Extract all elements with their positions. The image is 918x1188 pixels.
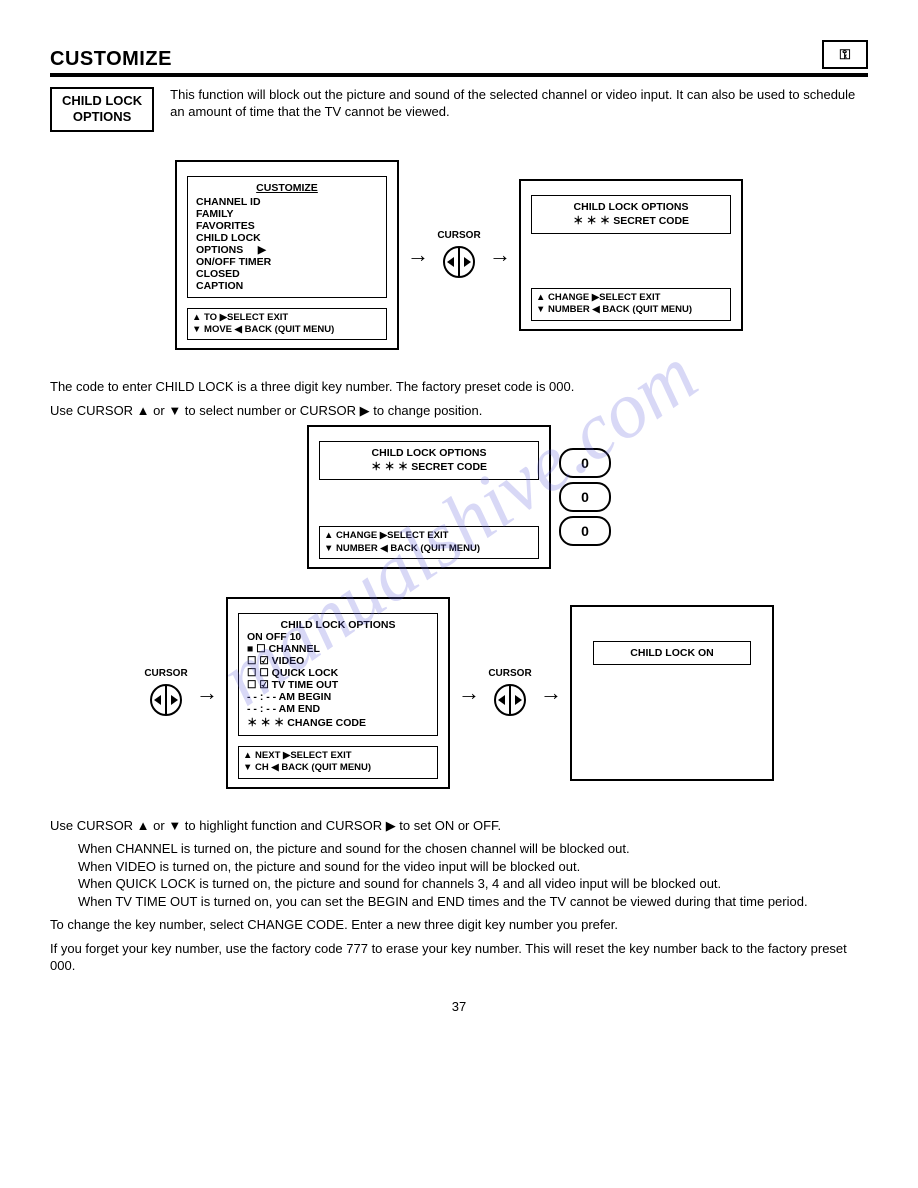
footer-l2: ▼ NUMBER ◀ BACK (QUIT MENU) — [536, 304, 692, 315]
menu-item: FAVORITES — [196, 220, 255, 232]
page-number: 37 — [50, 999, 868, 1014]
screen-secret-code: CHILD LOCK OPTIONS ＊ ＊ ＊ SECRET CODE ▲ C… — [519, 179, 743, 331]
explain-block: When CHANNEL is turned on, the picture a… — [78, 840, 868, 910]
option-row: - - : - - AM BEGIN — [247, 691, 331, 703]
explain-line: When CHANNEL is turned on, the picture a… — [78, 841, 630, 856]
arrow-icon: → — [489, 242, 511, 268]
code-digit: 0 — [559, 516, 611, 546]
intro-text: This function will block out the picture… — [170, 87, 868, 121]
menu-item-selected: OPTIONS — [196, 244, 243, 256]
screen-child-lock-on: CHILD LOCK ON — [570, 605, 774, 781]
menu-item-selected: CHILD LOCK — [196, 232, 261, 244]
footer-l1: ▲ CHANGE ▶SELECT EXIT — [536, 292, 660, 303]
footer-l1: ▲ TO ▶SELECT EXIT — [192, 312, 288, 323]
footer-l2: ▼ CH ◀ BACK (QUIT MENU) — [243, 762, 371, 773]
lock-on-box: CHILD LOCK ON — [593, 641, 751, 665]
page-title: CUSTOMIZE — [50, 48, 172, 71]
arrow-icon: → — [407, 242, 429, 268]
arrow-icon: → — [196, 680, 218, 706]
box-subtitle: ＊ ＊ ＊ SECRET CODE — [371, 461, 487, 473]
para-code2: Use CURSOR ▲ or ▼ to select number or CU… — [50, 402, 868, 420]
footer-bar: ▲ CHANGE ▶SELECT EXIT ▼ NUMBER ◀ BACK (Q… — [319, 526, 539, 559]
section-label-l1: CHILD LOCK — [62, 93, 142, 108]
screen-customize: CUSTOMIZE CHANNEL ID FAMILY FAVORITES CH… — [175, 160, 399, 351]
explain-line: When VIDEO is turned on, the picture and… — [78, 859, 580, 874]
footer-l1: ▲ NEXT ▶SELECT EXIT — [243, 750, 352, 761]
section-label: CHILD LOCK OPTIONS — [50, 87, 154, 132]
divider — [50, 73, 868, 77]
cursor-label: CURSOR — [144, 668, 187, 679]
para-forget: If you forget your key number, use the f… — [50, 940, 868, 975]
menu-item: CHANNEL ID — [196, 196, 261, 208]
cursor-button: CURSOR — [488, 668, 532, 717]
option-row: ■ ☐ CHANNEL — [247, 643, 320, 655]
option-row: ☐ ☑ VIDEO — [247, 655, 304, 667]
key-icon: ⚿ — [822, 40, 868, 69]
section-label-l2: OPTIONS — [73, 109, 132, 124]
footer-l2: ▼ MOVE ◀ BACK (QUIT MENU) — [192, 324, 334, 335]
code-digit: 0 — [559, 482, 611, 512]
explain-line: When QUICK LOCK is turned on, the pictur… — [78, 876, 721, 891]
cursor-label: CURSOR — [437, 230, 480, 241]
footer-bar: ▲ CHANGE ▶SELECT EXIT ▼ NUMBER ◀ BACK (Q… — [531, 288, 731, 321]
code-digit: 0 — [559, 448, 611, 478]
option-row: ☐ ☑ TV TIME OUT — [247, 679, 338, 691]
customize-menu: CUSTOMIZE CHANNEL ID FAMILY FAVORITES CH… — [187, 176, 387, 298]
secret-code-box: CHILD LOCK OPTIONS ＊ ＊ ＊ SECRET CODE — [319, 441, 539, 480]
screen-options-list: CHILD LOCK OPTIONS ON OFF 10 ■ ☐ CHANNEL… — [226, 597, 450, 789]
box-title: CHILD LOCK OPTIONS — [281, 619, 396, 631]
para-use: Use CURSOR ▲ or ▼ to highlight function … — [50, 817, 868, 835]
explain-line: When TV TIME OUT is turned on, you can s… — [78, 894, 808, 909]
box-title: CHILD LOCK OPTIONS — [372, 447, 487, 459]
box-title: CHILD LOCK ON — [630, 647, 713, 659]
option-row: - - : - - AM END — [247, 703, 320, 715]
cursor-label: CURSOR — [488, 668, 531, 679]
footer-l1: ▲ CHANGE ▶SELECT EXIT — [324, 530, 448, 541]
arrow-icon: → — [540, 680, 562, 706]
cursor-button: CURSOR — [437, 230, 481, 279]
footer-bar: ▲ TO ▶SELECT EXIT ▼ MOVE ◀ BACK (QUIT ME… — [187, 308, 387, 341]
options-header: ON OFF 10 — [247, 631, 301, 643]
box-title: CHILD LOCK OPTIONS — [574, 201, 689, 213]
menu-item: CAPTION — [196, 280, 243, 292]
option-row: ☐ ☐ QUICK LOCK — [247, 667, 338, 679]
option-row: ＊ ＊ ＊ CHANGE CODE — [247, 717, 366, 729]
arrow-icon: → — [458, 680, 480, 706]
code-digits: 0 0 0 — [559, 448, 611, 546]
options-box: CHILD LOCK OPTIONS ON OFF 10 ■ ☐ CHANNEL… — [238, 613, 438, 736]
cursor-icon — [144, 683, 188, 717]
cursor-button: CURSOR — [144, 668, 188, 717]
cursor-icon — [488, 683, 532, 717]
para-code: The code to enter CHILD LOCK is a three … — [50, 378, 868, 396]
menu-item: CLOSED — [196, 268, 240, 280]
cursor-icon — [437, 245, 481, 279]
screen-secret-code-entry: CHILD LOCK OPTIONS ＊ ＊ ＊ SECRET CODE ▲ C… — [307, 425, 551, 569]
menu-item: FAMILY — [196, 208, 234, 220]
secret-code-box: CHILD LOCK OPTIONS ＊ ＊ ＊ SECRET CODE — [531, 195, 731, 234]
footer-bar: ▲ NEXT ▶SELECT EXIT ▼ CH ◀ BACK (QUIT ME… — [238, 746, 438, 779]
box-subtitle: ＊ ＊ ＊ SECRET CODE — [573, 215, 689, 227]
footer-l2: ▼ NUMBER ◀ BACK (QUIT MENU) — [324, 543, 480, 554]
para-change: To change the key number, select CHANGE … — [50, 916, 868, 934]
menu-item: ON/OFF TIMER — [196, 256, 271, 268]
menu-title: CUSTOMIZE — [196, 182, 378, 194]
